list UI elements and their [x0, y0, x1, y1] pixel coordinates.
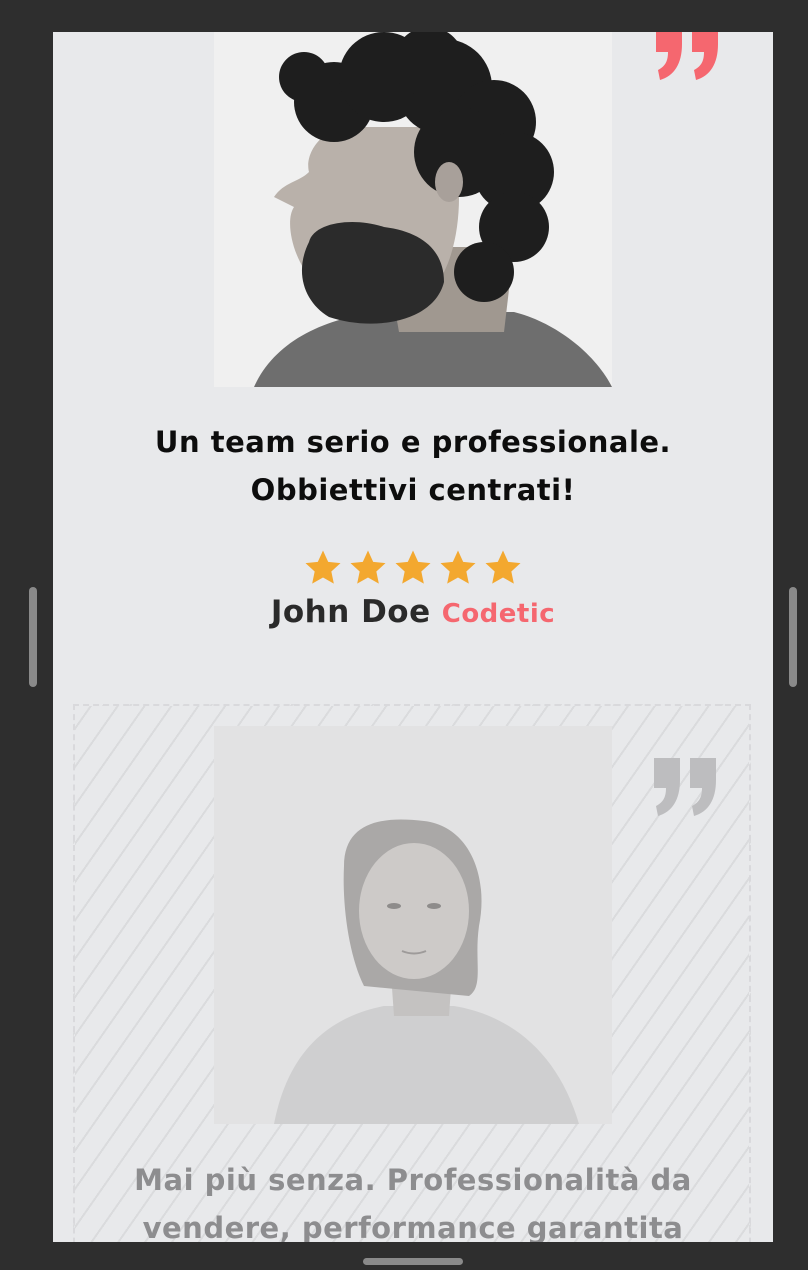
testimonial-quote-line: Mai più senza. Professionalità da: [134, 1163, 692, 1197]
testimonial-frame: Un team serio e professionale. Obbiettiv…: [53, 32, 773, 1242]
star-icon: [305, 550, 341, 584]
testimonial-card: Un team serio e professionale. Obbiettiv…: [53, 32, 773, 682]
author-company: Codetic: [441, 599, 556, 629]
quote-mark-icon: [652, 758, 718, 818]
star-icon: [350, 550, 386, 584]
testimonial-photo: [214, 726, 612, 1124]
star-icon: [485, 550, 521, 584]
testimonial-quote-line: vendere, performance garantita: [142, 1211, 684, 1242]
testimonial-card-placeholder: Mai più senza. Professionalità da vender…: [73, 704, 751, 1242]
author-name: John Doe: [270, 594, 431, 630]
star-rating: [53, 548, 773, 588]
testimonial-quote-line: Un team serio e professionale.: [154, 425, 672, 459]
quote-mark-icon: [654, 32, 720, 82]
star-icon: [440, 550, 476, 584]
testimonial-quote: Mai più senza. Professionalità da vender…: [93, 1156, 733, 1242]
testimonial-quote-line: Obbiettivi centrati!: [250, 473, 576, 507]
left-resize-handle[interactable]: [29, 587, 37, 687]
bottom-resize-handle[interactable]: [363, 1258, 463, 1265]
portrait-woman-icon: [214, 726, 612, 1124]
right-resize-handle[interactable]: [789, 587, 797, 687]
testimonial-author: John Doe Codetic: [53, 594, 773, 630]
testimonial-quote: Un team serio e professionale. Obbiettiv…: [93, 418, 733, 514]
star-icon: [395, 550, 431, 584]
testimonial-photo: [214, 32, 612, 387]
portrait-man-icon: [214, 32, 612, 387]
